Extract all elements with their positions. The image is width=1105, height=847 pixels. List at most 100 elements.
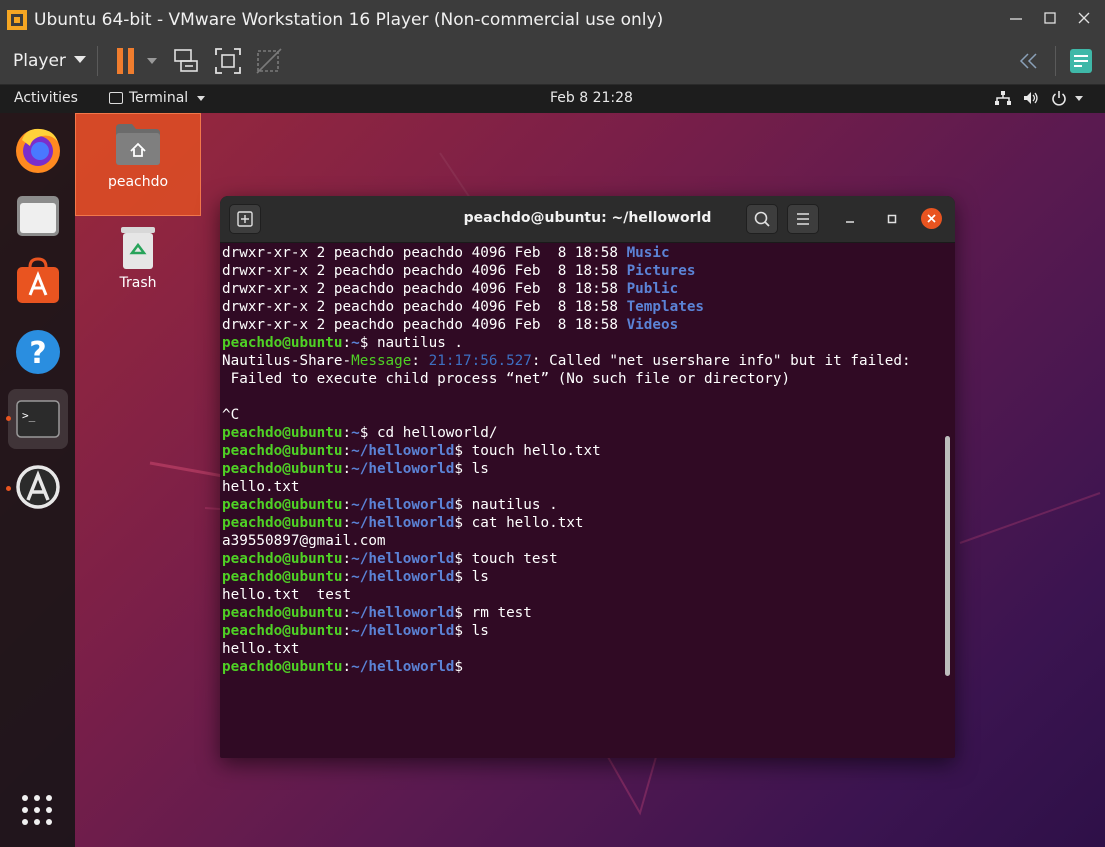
maximize-icon — [887, 214, 897, 224]
ubuntu-dock: ? >_ — [0, 113, 75, 847]
hamburger-menu-button[interactable] — [787, 204, 819, 234]
output-text: Failed to execute child process “net” (N… — [222, 371, 791, 387]
prompt-command: touch test — [463, 551, 558, 567]
trash-label: Trash — [119, 275, 157, 291]
show-applications-icon[interactable] — [21, 794, 53, 826]
desktop-home-folder[interactable]: peachdo — [75, 113, 201, 216]
prompt-path: ~/helloworld — [351, 551, 455, 567]
desktop-trash[interactable]: Trash — [75, 223, 201, 291]
output-text: a39550897@gmail.com — [222, 533, 386, 549]
prompt-command: cd helloworld/ — [368, 425, 498, 441]
prompt-user: peachdo@ubuntu — [222, 335, 343, 351]
close-button[interactable] — [1064, 6, 1104, 32]
prompt-user: peachdo@ubuntu — [222, 425, 343, 441]
dock-software[interactable] — [8, 253, 68, 313]
running-indicator — [6, 486, 11, 491]
system-tray[interactable] — [995, 90, 1083, 106]
minimize-icon — [1010, 18, 1022, 20]
prompt-path: ~ — [351, 425, 360, 441]
ls-directory-name: Pictures — [626, 263, 696, 279]
ls-directory-name: Music — [626, 245, 670, 261]
maximize-icon — [1044, 12, 1056, 24]
prompt-path: ~/helloworld — [351, 443, 455, 459]
collapse-left-icon[interactable] — [1016, 50, 1042, 72]
unity-mode-icon[interactable] — [254, 46, 284, 76]
help-icon: ? — [16, 330, 60, 374]
terminal-maximize-button[interactable] — [881, 208, 903, 230]
terminal-minimize-button[interactable] — [839, 208, 861, 230]
terminal-line: drwxr-xr-x 2 peachdo peachdo 4096 Feb 8 … — [222, 316, 942, 334]
log-level: Message — [351, 353, 412, 369]
dock-terminal[interactable]: >_ — [8, 389, 68, 449]
prompt-path: ~/helloworld — [351, 623, 455, 639]
vmware-titlebar: Ubuntu 64-bit - VMware Workstation 16 Pl… — [0, 0, 1105, 38]
ls-entry-meta: drwxr-xr-x 2 peachdo peachdo 4096 Feb 8 … — [222, 263, 627, 279]
prompt-user: peachdo@ubuntu — [222, 497, 343, 513]
dock-firefox[interactable] — [8, 120, 68, 180]
terminal-line: peachdo@ubuntu:~/helloworld$ — [222, 659, 464, 675]
network-icon — [995, 91, 1011, 105]
terminal-line: peachdo@ubuntu:~/helloworld$ ls — [222, 569, 489, 585]
prompt-user: peachdo@ubuntu — [222, 443, 343, 459]
vmware-toolbar: Player — [0, 38, 1105, 85]
software-updater-icon — [16, 465, 60, 509]
prompt-command: cat hello.txt — [463, 515, 584, 531]
prompt-path: ~/helloworld — [351, 461, 455, 477]
terminal-line: hello.txt test — [222, 586, 942, 604]
terminal-headerbar[interactable]: peachdo@ubuntu: ~/helloworld — [220, 196, 955, 243]
power-menu-caret-icon[interactable] — [147, 58, 157, 64]
ls-entry-meta: drwxr-xr-x 2 peachdo peachdo 4096 Feb 8 … — [222, 299, 627, 315]
terminal-line: ^C — [222, 406, 942, 424]
pause-button[interactable] — [115, 48, 137, 74]
prompt-path: ~ — [351, 335, 360, 351]
home-folder-icon — [116, 124, 160, 165]
ls-entry-meta: drwxr-xr-x 2 peachdo peachdo 4096 Feb 8 … — [222, 245, 627, 261]
close-icon — [927, 214, 936, 223]
terminal-line: peachdo@ubuntu:~/helloworld$ rm test — [222, 605, 532, 621]
terminal-window[interactable]: peachdo@ubuntu: ~/helloworld drwxr-xr-x … — [220, 196, 955, 758]
log-separator: : — [411, 353, 429, 369]
dock-help[interactable]: ? — [8, 321, 68, 381]
toolbar-divider — [1055, 46, 1056, 76]
send-ctrl-alt-del-icon[interactable] — [171, 46, 201, 76]
prompt-user: peachdo@ubuntu — [222, 623, 343, 639]
terminal-line: peachdo@ubuntu:~/helloworld$ touch test — [222, 551, 558, 567]
terminal-scrollbar[interactable] — [945, 436, 950, 676]
output-text: hello.txt — [222, 479, 300, 495]
terminal-line: peachdo@ubuntu:~$ cd helloworld/ — [222, 425, 498, 441]
dock-files[interactable] — [8, 186, 68, 246]
terminal-line: drwxr-xr-x 2 peachdo peachdo 4096 Feb 8 … — [222, 244, 942, 262]
minimize-icon — [846, 221, 854, 223]
dock-software-updater[interactable] — [8, 456, 68, 516]
terminal-output[interactable]: drwxr-xr-x 2 peachdo peachdo 4096 Feb 8 … — [222, 244, 942, 754]
terminal-line: Failed to execute child process “net” (N… — [222, 370, 942, 388]
trash-icon — [121, 227, 155, 269]
log-timestamp: 21:17:56.527 — [428, 353, 532, 369]
full-screen-icon[interactable] — [213, 46, 243, 76]
activities-button[interactable]: Activities — [14, 90, 78, 106]
toolbar-divider — [97, 46, 98, 76]
prompt-command: rm test — [463, 605, 532, 621]
prompt-path: ~/helloworld — [351, 497, 455, 513]
prompt-path: ~/helloworld — [351, 659, 455, 675]
clock[interactable]: Feb 8 21:28 — [550, 90, 633, 106]
search-button[interactable] — [746, 204, 778, 234]
svg-text:>_: >_ — [22, 409, 36, 422]
player-menu[interactable]: Player — [13, 50, 66, 72]
player-menu-caret-icon[interactable] — [74, 56, 86, 63]
output-text: hello.txt — [222, 641, 300, 657]
terminal-line: peachdo@ubuntu:~/helloworld$ ls — [222, 623, 489, 639]
chevron-down-icon — [1075, 95, 1083, 101]
terminal-app-icon — [109, 92, 123, 104]
virtual-machine-library-icon[interactable] — [1068, 47, 1094, 75]
terminal-close-button[interactable] — [921, 208, 942, 229]
terminal-line: peachdo@ubuntu:~/helloworld$ nautilus . — [222, 497, 558, 513]
vmware-logo-icon — [7, 10, 27, 30]
prompt-user: peachdo@ubuntu — [222, 551, 343, 567]
ubuntu-top-bar: Activities Terminal Feb 8 21:28 — [0, 85, 1105, 113]
terminal-app-menu[interactable]: Terminal — [109, 90, 206, 106]
files-icon — [17, 196, 59, 236]
log-domain: Nautilus-Share- — [222, 353, 352, 369]
terminal-app-menu-label: Terminal — [129, 90, 189, 106]
